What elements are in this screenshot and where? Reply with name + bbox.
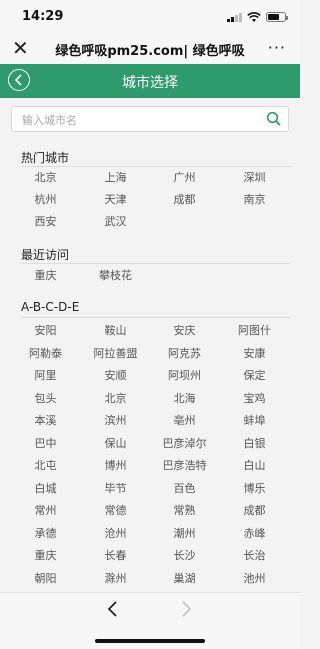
city-item[interactable]: 白城 bbox=[8, 478, 83, 500]
city-item[interactable]: 阿里 bbox=[8, 365, 83, 387]
page-title: 绿色呼吸pm25.com| 绿色呼吸 bbox=[55, 44, 245, 59]
city-item[interactable]: 博州 bbox=[78, 455, 153, 477]
city-item[interactable]: 常州 bbox=[8, 500, 83, 522]
city-item[interactable]: 赤峰 bbox=[217, 523, 292, 545]
city-item[interactable]: 广州 bbox=[147, 167, 222, 189]
section-title: 最近访问 bbox=[21, 248, 70, 262]
browser-nav-bar: ✕ 绿色呼吸pm25.com| 绿色呼吸 ··· bbox=[0, 34, 300, 64]
city-item[interactable]: 本溪 bbox=[8, 410, 83, 432]
city-item[interactable]: 阿勒泰 bbox=[8, 343, 83, 365]
battery-icon bbox=[266, 12, 288, 22]
city-item[interactable]: 深圳 bbox=[217, 167, 292, 189]
city-item[interactable]: 天津 bbox=[78, 189, 153, 211]
status-bar: 14:29 bbox=[0, 0, 300, 34]
city-item[interactable]: 宝鸡 bbox=[217, 388, 292, 410]
city-item[interactable]: 安顺 bbox=[78, 365, 153, 387]
city-item[interactable]: 毕节 bbox=[78, 478, 153, 500]
section-title: A-B-C-D-E bbox=[21, 300, 80, 314]
city-item[interactable]: 长治 bbox=[217, 545, 292, 567]
city-item[interactable]: 巴中 bbox=[8, 433, 83, 455]
city-item[interactable]: 包头 bbox=[8, 388, 83, 410]
city-item[interactable]: 朝阳 bbox=[8, 568, 83, 590]
city-item[interactable]: 巢湖 bbox=[147, 568, 222, 590]
city-item[interactable]: 西安 bbox=[8, 211, 83, 233]
search-input[interactable] bbox=[20, 109, 259, 131]
city-item[interactable]: 长沙 bbox=[147, 545, 222, 567]
city-item[interactable]: 保定 bbox=[217, 365, 292, 387]
city-item[interactable]: 阿克苏 bbox=[147, 343, 222, 365]
city-item[interactable]: 巴彦淖尔 bbox=[147, 433, 222, 455]
city-item[interactable]: 鞍山 bbox=[78, 320, 153, 342]
city-item[interactable]: 百色 bbox=[147, 478, 222, 500]
city-item[interactable]: 池州 bbox=[217, 568, 292, 590]
section-title: 热门城市 bbox=[21, 151, 70, 165]
city-item[interactable]: 白山 bbox=[217, 455, 292, 477]
city-item[interactable]: 杭州 bbox=[8, 189, 83, 211]
city-item[interactable]: 重庆 bbox=[8, 265, 83, 287]
header-title: 城市选择 bbox=[122, 75, 178, 91]
city-item[interactable]: 重庆 bbox=[8, 545, 83, 567]
city-item[interactable]: 长春 bbox=[78, 545, 153, 567]
city-item[interactable]: 北京 bbox=[8, 167, 83, 189]
city-item[interactable]: 阿图什 bbox=[217, 320, 292, 342]
city-item[interactable]: 北京 bbox=[78, 388, 153, 410]
city-item[interactable]: 北海 bbox=[147, 388, 222, 410]
city-item[interactable]: 博乐 bbox=[217, 478, 292, 500]
city-item[interactable]: 滨州 bbox=[78, 410, 153, 432]
search-icon[interactable] bbox=[266, 111, 282, 127]
city-item[interactable]: 安庆 bbox=[147, 320, 222, 342]
city-item[interactable]: 上海 bbox=[78, 167, 153, 189]
city-item[interactable]: 武汉 bbox=[78, 211, 153, 233]
city-item[interactable]: 成都 bbox=[147, 189, 222, 211]
status-time: 14:29 bbox=[22, 9, 64, 24]
city-item[interactable]: 安康 bbox=[217, 343, 292, 365]
city-item[interactable]: 承德 bbox=[8, 523, 83, 545]
section-divider bbox=[21, 317, 290, 318]
app-header: 城市选择 bbox=[0, 64, 300, 98]
city-item[interactable]: 阿拉善盟 bbox=[78, 343, 153, 365]
city-item[interactable]: 巴彦浩特 bbox=[147, 455, 222, 477]
city-item[interactable]: 沧州 bbox=[78, 523, 153, 545]
city-item[interactable]: 潮州 bbox=[147, 523, 222, 545]
city-item[interactable]: 常德 bbox=[78, 500, 153, 522]
signal-icon bbox=[227, 12, 242, 22]
city-item[interactable]: 亳州 bbox=[147, 410, 222, 432]
city-item[interactable]: 蚌埠 bbox=[217, 410, 292, 432]
city-item[interactable]: 攀枝花 bbox=[78, 265, 153, 287]
city-item[interactable]: 南京 bbox=[217, 189, 292, 211]
home-indicator bbox=[95, 639, 205, 643]
wifi-icon bbox=[247, 11, 261, 22]
browser-forward-icon[interactable] bbox=[178, 599, 194, 619]
browser-back-icon[interactable] bbox=[105, 599, 121, 619]
city-item[interactable]: 安阳 bbox=[8, 320, 83, 342]
bottom-toolbar bbox=[0, 592, 300, 649]
city-item[interactable]: 白银 bbox=[217, 433, 292, 455]
city-item[interactable]: 滁州 bbox=[78, 568, 153, 590]
city-item[interactable]: 成都 bbox=[217, 500, 292, 522]
status-icons bbox=[227, 11, 288, 23]
city-item[interactable]: 保山 bbox=[78, 433, 153, 455]
close-icon[interactable]: ✕ bbox=[12, 37, 29, 59]
city-search-box bbox=[11, 106, 289, 132]
section-divider bbox=[21, 263, 290, 264]
city-item[interactable]: 常熟 bbox=[147, 500, 222, 522]
city-item[interactable]: 阿坝州 bbox=[147, 365, 222, 387]
city-item[interactable]: 北屯 bbox=[8, 455, 83, 477]
more-options-icon[interactable]: ··· bbox=[268, 38, 286, 57]
